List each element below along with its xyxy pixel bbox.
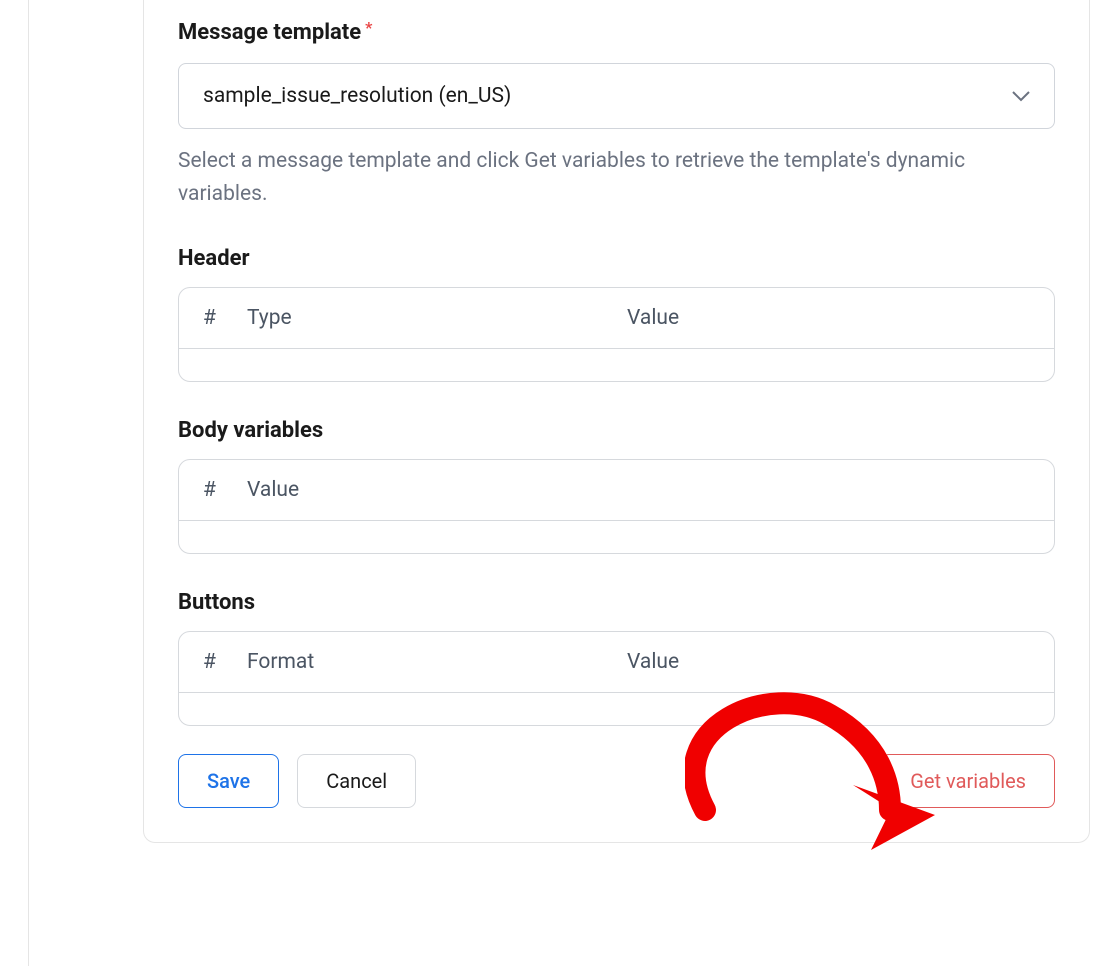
required-asterisk: * [365, 20, 372, 36]
col-type: Type [247, 306, 627, 330]
table-body-empty [179, 693, 1054, 725]
buttons-section-heading: Buttons [178, 590, 1055, 615]
chevron-down-icon [1012, 87, 1030, 105]
select-value-text: sample_issue_resolution (en_US) [203, 84, 511, 108]
col-value: Value [627, 306, 1030, 330]
field-label-text: Message template [178, 20, 361, 45]
help-text: Select a message template and click Get … [178, 145, 1055, 210]
col-hash: # [203, 478, 247, 502]
message-template-select[interactable]: sample_issue_resolution (en_US) [178, 63, 1055, 129]
col-value: Value [247, 478, 307, 502]
form-panel: Message template * sample_issue_resoluti… [143, 0, 1090, 843]
table-body-empty [179, 521, 1054, 553]
message-template-label: Message template * [178, 20, 1055, 45]
header-section-heading: Header [178, 246, 1055, 271]
button-group-left: Save Cancel [178, 754, 416, 808]
body-variables-table: # Value [178, 459, 1055, 554]
table-header-row: # Type Value [179, 288, 1054, 349]
col-hash: # [203, 650, 247, 674]
col-format: Format [247, 650, 627, 674]
get-variables-button[interactable]: Get variables [881, 754, 1055, 808]
table-body-empty [179, 349, 1054, 381]
cancel-button[interactable]: Cancel [297, 754, 416, 808]
body-variables-heading: Body variables [178, 418, 1055, 443]
button-row: Save Cancel Get variables [178, 754, 1055, 808]
table-header-row: # Value [179, 460, 1054, 521]
header-table: # Type Value [178, 287, 1055, 382]
buttons-table: # Format Value [178, 631, 1055, 726]
save-button[interactable]: Save [178, 754, 279, 808]
col-value: Value [627, 650, 1030, 674]
table-header-row: # Format Value [179, 632, 1054, 693]
divider-line [28, 0, 29, 966]
col-hash: # [203, 306, 247, 330]
